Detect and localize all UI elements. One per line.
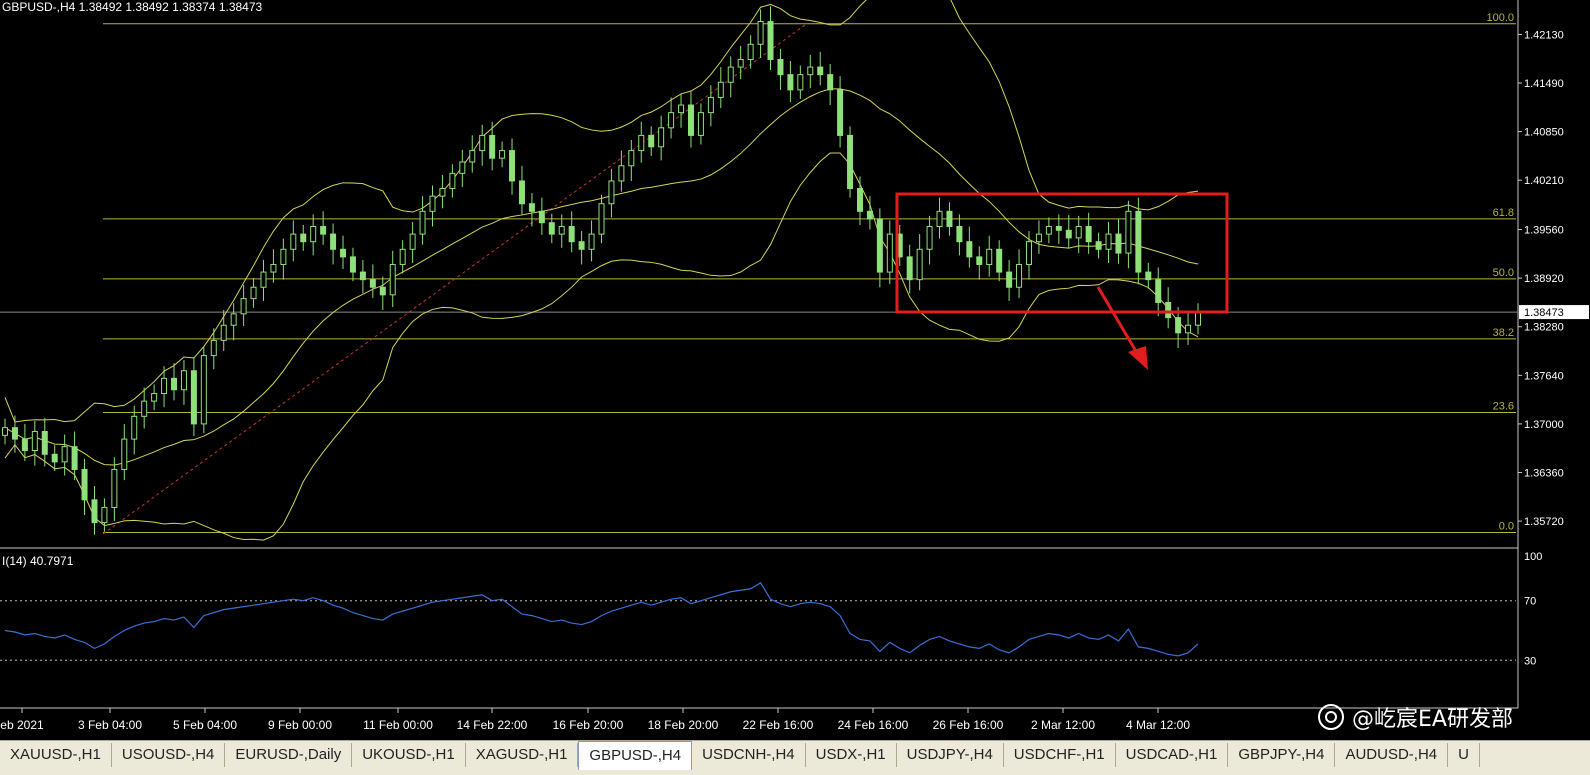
tab-gbpjpy-h4[interactable]: GBPJPY-,H4 xyxy=(1228,743,1336,767)
y-tick-label: 1.35720 xyxy=(1524,516,1564,528)
x-tick-label: 24 Feb 16:00 xyxy=(838,718,909,732)
y-tick-label: 1.42130 xyxy=(1524,29,1564,41)
x-tick-label: 5 Feb 04:00 xyxy=(173,718,237,732)
x-tick-label: eb 2021 xyxy=(0,718,44,732)
watermark: @屹宸EA研发部 xyxy=(1318,702,1513,732)
price-chart[interactable]: GBPUSD-,H4 1.38492 1.38492 1.38374 1.384… xyxy=(0,0,1590,740)
tab-usousd-h4[interactable]: USOUSD-,H4 xyxy=(112,743,226,767)
tab-usdcnh-h4[interactable]: USDCNH-,H4 xyxy=(692,743,806,767)
symbol-tab-bar: XAUUSD-,H1 USOUSD-,H4 EURUSD-,Daily UKOUSD-… xyxy=(0,740,1590,775)
watermark-text: @屹宸EA研发部 xyxy=(1352,707,1513,732)
fib-label: 0.0 xyxy=(1499,520,1514,532)
tab-xagusd-h1[interactable]: XAGUSD-,H1 xyxy=(466,743,579,767)
x-tick-label: 26 Feb 16:00 xyxy=(933,718,1004,732)
tab-usdx-h1[interactable]: USDX-,H1 xyxy=(806,743,897,767)
y-tick-label: 1.41490 xyxy=(1524,78,1564,90)
candle xyxy=(200,346,207,434)
tab-eurusd-daily[interactable]: EURUSD-,Daily xyxy=(225,743,353,767)
tab-usdchf-h1[interactable]: USDCHF-,H1 xyxy=(1004,743,1116,767)
y-tick-label: 1.37000 xyxy=(1524,419,1564,431)
y-tick-label: 1.40210 xyxy=(1524,175,1564,187)
x-tick-label: 2 Mar 12:00 xyxy=(1031,718,1095,732)
rsi-label: I(14) 40.7971 xyxy=(2,554,74,568)
tab-usdcad-h1[interactable]: USDCAD-,H1 xyxy=(1116,743,1229,767)
rsi-level-label: 100 xyxy=(1524,551,1542,563)
fib-label: 50.0 xyxy=(1493,267,1514,279)
watermark-logo-icon xyxy=(1318,704,1344,730)
tab-audusd-h4[interactable]: AUDUSD-,H4 xyxy=(1335,743,1449,767)
y-tick-label: 1.39560 xyxy=(1524,225,1564,237)
x-tick-label: 3 Feb 04:00 xyxy=(78,718,142,732)
fib-label: 100.0 xyxy=(1486,12,1514,24)
current-price-marker: 1.38473 xyxy=(1519,305,1589,320)
candle xyxy=(847,126,854,198)
rsi-level-label: 30 xyxy=(1524,655,1536,667)
current-price-label: 1.38473 xyxy=(1524,307,1564,319)
x-tick-label: 9 Feb 00:00 xyxy=(268,718,332,732)
tab-u[interactable]: U xyxy=(1448,743,1480,767)
x-tick-label: 22 Feb 16:00 xyxy=(743,718,814,732)
symbol-header: GBPUSD-,H4 1.38492 1.38492 1.38374 1.384… xyxy=(2,0,263,14)
x-tick-label: 18 Feb 20:00 xyxy=(648,718,719,732)
y-tick-label: 1.37640 xyxy=(1524,370,1564,382)
tab-usdjpy-h4[interactable]: USDJPY-,H4 xyxy=(897,743,1004,767)
fib-label: 61.8 xyxy=(1493,207,1514,219)
y-tick-label: 1.38280 xyxy=(1524,322,1564,334)
x-tick-label: 11 Feb 00:00 xyxy=(363,718,433,732)
tab-xauusd-h1[interactable]: XAUUSD-,H1 xyxy=(0,743,112,767)
fib-label: 38.2 xyxy=(1493,327,1514,339)
y-tick-label: 1.36360 xyxy=(1524,468,1564,480)
x-tick-label: 4 Mar 12:00 xyxy=(1126,718,1190,732)
y-tick-label: 1.38920 xyxy=(1524,273,1564,285)
x-tick-label: 16 Feb 20:00 xyxy=(553,718,624,732)
tab-ukousd-h1[interactable]: UKOUSD-,H1 xyxy=(352,743,466,767)
x-tick-label: 14 Feb 22:00 xyxy=(457,718,528,732)
rsi-level-label: 70 xyxy=(1524,596,1536,608)
fib-label: 23.6 xyxy=(1493,401,1514,413)
tab-gbpusd-h4[interactable]: GBPUSD-,H4 xyxy=(578,741,693,770)
y-tick-label: 1.40850 xyxy=(1524,127,1564,139)
